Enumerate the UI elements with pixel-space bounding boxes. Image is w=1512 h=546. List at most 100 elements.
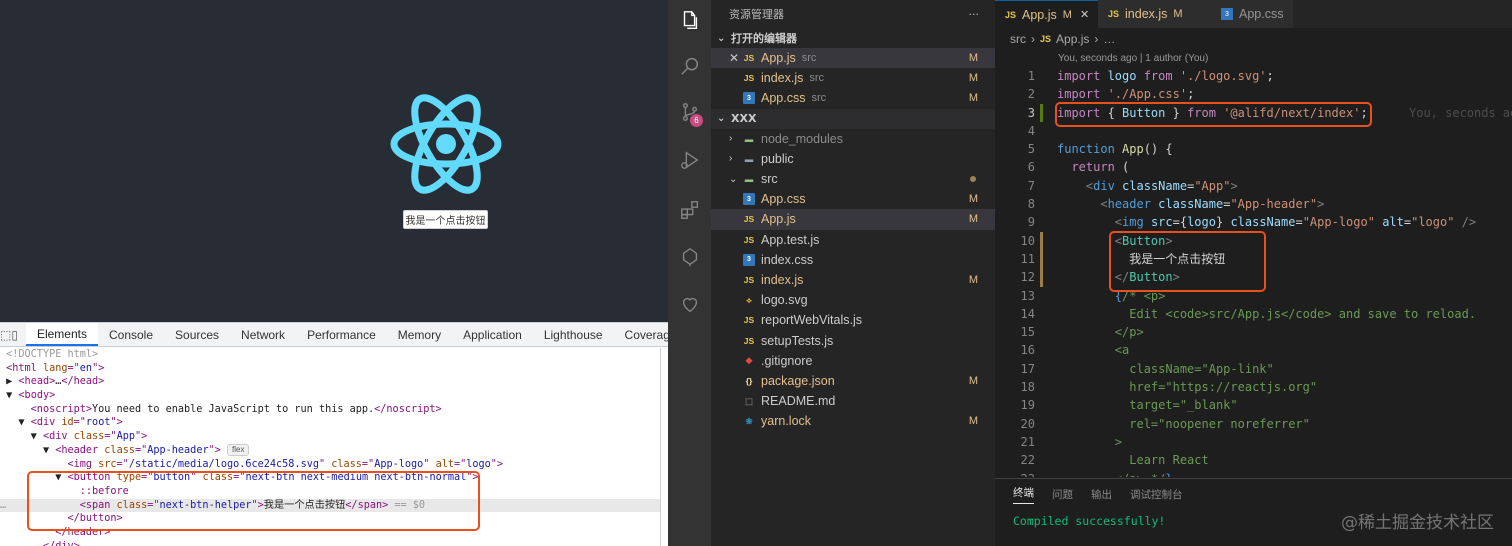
file-item[interactable]: 3 App.css src M (711, 88, 995, 108)
code-token: </p> (1057, 325, 1144, 340)
file-item[interactable]: JS setupTests.js (711, 330, 995, 350)
file-item[interactable]: JS App.js M (711, 209, 995, 230)
code-line[interactable]: 7 <div className="App"> (995, 177, 1512, 195)
code-line[interactable]: 1 import logo from './logo.svg'; (995, 67, 1512, 85)
editor-area: JS App.js M ✕ JS index.js M 3 App.css src › JS A… (995, 0, 1512, 546)
dom-node-line[interactable]: <img src="/static/media/logo.6ce24c58.sv… (0, 458, 660, 472)
dom-node-line[interactable]: ▼ <body> (0, 389, 660, 403)
codelens-blame[interactable]: You, seconds ago | 1 author (You) (1058, 53, 1208, 64)
modified-dot (970, 176, 976, 183)
file-item[interactable]: JS index.js src M (711, 68, 995, 88)
code-line[interactable]: 6 return ( (995, 158, 1512, 176)
triangle-icon[interactable]: ▼ (18, 417, 30, 428)
file-item[interactable]: 3 App.css M (711, 189, 995, 209)
code-line[interactable]: 21 > (995, 433, 1512, 451)
file-item[interactable]: ✕ JS App.js src M (711, 48, 995, 69)
tab-app-js[interactable]: JS App.js M ✕ (995, 0, 1098, 28)
tab-coverage[interactable]: Coverage (614, 323, 668, 346)
code-line[interactable]: 17 className="App-link" (995, 360, 1512, 378)
tab-lighthouse[interactable]: Lighthouse (533, 323, 614, 346)
code-line[interactable]: 14 Edit <code>src/App.js</code> and save… (995, 305, 1512, 323)
dom-node-line[interactable]: <!DOCTYPE html> (0, 348, 660, 362)
file-name: README.md (761, 394, 836, 409)
triangle-icon[interactable]: ▼ (6, 390, 18, 401)
code-token: './App.css' (1107, 87, 1188, 102)
click-button[interactable]: 我是一个点击按钮 (403, 210, 488, 229)
file-item[interactable]: ⟡ logo.svg (711, 290, 995, 310)
flex-badge[interactable]: flex (227, 443, 250, 456)
triangle-icon[interactable]: ▶ (6, 376, 18, 387)
code-line[interactable]: 16 <a (995, 341, 1512, 359)
extensions-icon[interactable] (668, 190, 711, 230)
breadcrumb-folder[interactable]: src (1010, 32, 1026, 46)
open-editors-header[interactable]: ⌄ 打开的编辑器 (711, 28, 995, 48)
code-line[interactable]: 9 <img src={logo} className="App-logo" a… (995, 213, 1512, 231)
chevron-icon[interactable]: ⌄ (729, 174, 743, 185)
dom-node-line[interactable]: ▼ <div class="App"> (0, 430, 660, 444)
code-line[interactable]: 8 <header className="App-header"> (995, 195, 1512, 213)
file-item[interactable]: 3 index.css (711, 250, 995, 270)
code-line[interactable]: 22 Learn React (995, 451, 1512, 469)
close-icon[interactable]: ✕ (1080, 8, 1089, 21)
search-icon[interactable] (668, 46, 711, 86)
dom-node-line[interactable]: ▼ <div id="root"> (0, 416, 660, 430)
tab-index-js[interactable]: JS index.js M (1098, 0, 1211, 28)
file-item[interactable]: ⌄ ▬ src (711, 169, 995, 189)
file-item[interactable]: ⬚ README.md (711, 391, 995, 411)
explorer-title: 资源管理器 (729, 8, 784, 21)
file-item[interactable]: {} package.json M (711, 371, 995, 391)
code-line[interactable]: 20 rel="noopener noreferrer" (995, 415, 1512, 433)
tab-sources[interactable]: Sources (164, 323, 230, 346)
file-item[interactable]: ❀ yarn.lock M (711, 411, 995, 431)
panel-tab[interactable]: 调试控制台 (1130, 487, 1183, 502)
dom-node-line[interactable]: </div> (0, 540, 660, 546)
source-control-icon[interactable]: 6 (668, 92, 711, 132)
heart-icon[interactable] (668, 284, 711, 324)
close-icon[interactable]: ✕ (729, 51, 741, 65)
tab-console[interactable]: Console (98, 323, 164, 346)
file-item[interactable]: › ▬ node_modules (711, 129, 995, 149)
panel-tab[interactable]: 输出 (1091, 487, 1112, 502)
chevron-icon[interactable]: › (729, 153, 743, 164)
code-line[interactable]: 18 href="https://reactjs.org" (995, 378, 1512, 396)
tab-elements[interactable]: Elements (25, 323, 98, 346)
tab-app-css[interactable]: 3 App.css (1211, 0, 1294, 28)
code-line[interactable]: 5 function App() { (995, 140, 1512, 158)
more-actions-icon[interactable]: ··· (969, 8, 980, 21)
tab-performance[interactable]: Performance (296, 323, 387, 346)
workspace-header[interactable]: ⌄ XXX (711, 108, 995, 129)
breadcrumb-more[interactable]: … (1103, 32, 1115, 46)
triangle-icon[interactable]: ▼ (31, 431, 43, 442)
css-file-icon: 3 (743, 193, 755, 206)
file-item[interactable]: JS index.js M (711, 270, 995, 290)
dom-token: </noscript> (374, 403, 442, 415)
breadcrumb-file[interactable]: App.js (1056, 32, 1089, 46)
code-line[interactable]: 23 </a> */} (995, 470, 1512, 477)
triangle-icon[interactable]: ▼ (43, 445, 55, 456)
remote-icon[interactable] (668, 237, 711, 277)
code-token: img (1122, 215, 1151, 230)
inspect-element-icon[interactable]: ⬚ (0, 323, 11, 346)
code-line[interactable]: 2 import './App.css'; (995, 85, 1512, 103)
file-item[interactable]: ◆ .gitignore (711, 351, 995, 371)
dom-node-line[interactable]: ▶ <head>…</head> (0, 375, 660, 389)
file-item[interactable]: JS reportWebVitals.js (711, 310, 995, 330)
modified-badge: M (968, 72, 978, 85)
chevron-icon[interactable]: › (729, 133, 743, 144)
tab-application[interactable]: Application (452, 323, 533, 346)
run-debug-icon[interactable] (668, 140, 711, 180)
file-item[interactable]: JS App.test.js (711, 230, 995, 250)
file-item[interactable]: › ▬ public (711, 149, 995, 169)
code-line[interactable]: 15 </p> (995, 323, 1512, 341)
tab-network[interactable]: Network (230, 323, 296, 346)
tab-memory[interactable]: Memory (387, 323, 452, 346)
dom-node-line[interactable]: ▼ <header class="App-header"> flex (0, 443, 660, 458)
panel-tab[interactable]: 问题 (1052, 487, 1073, 502)
panel-tab[interactable]: 终端 (1013, 485, 1034, 504)
code-line[interactable]: 19 target="_blank" (995, 396, 1512, 414)
device-toolbar-icon[interactable]: ▯ (11, 323, 18, 346)
line-number: 7 (1027, 178, 1035, 193)
dom-node-line[interactable]: <noscript>You need to enable JavaScript … (0, 403, 660, 417)
explorer-icon[interactable] (668, 0, 711, 40)
dom-node-line[interactable]: <html lang="en"> (0, 362, 660, 376)
